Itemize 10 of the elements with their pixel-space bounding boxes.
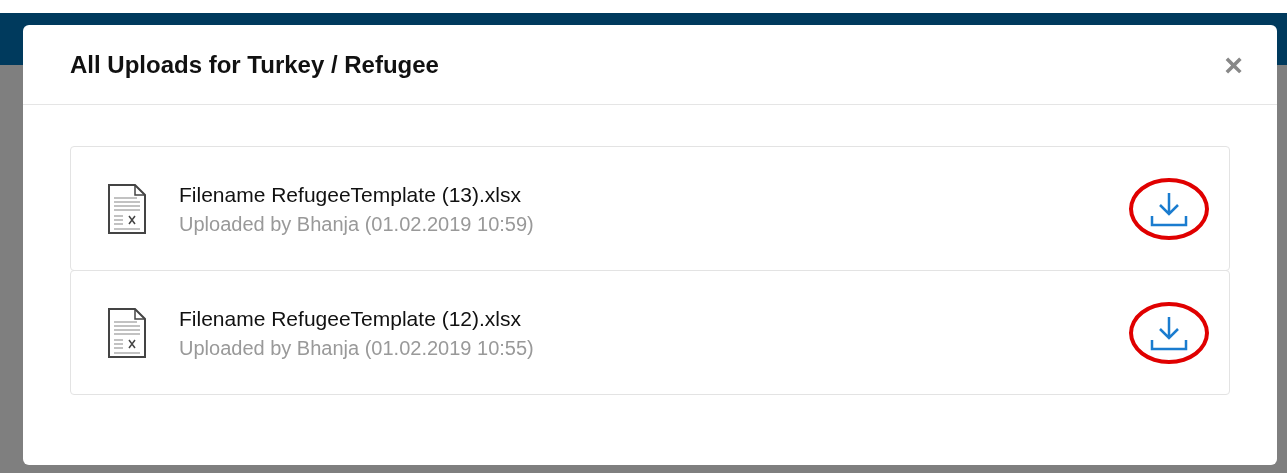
close-button[interactable]: × (1224, 48, 1243, 81)
download-button[interactable] (1129, 177, 1209, 240)
file-name: Filename RefugeeTemplate (13).xlsx (179, 181, 522, 208)
dialog-title: All Uploads for Turkey / Refugee (70, 49, 439, 80)
spreadsheet-file-icon (107, 306, 147, 359)
upload-info: Uploaded by Bhanja (01.02.2019 10:59) (179, 211, 535, 237)
download-button[interactable] (1129, 301, 1209, 364)
file-name: Filename RefugeeTemplate (12).xlsx (179, 305, 522, 332)
upload-info: Uploaded by Bhanja (01.02.2019 10:55) (179, 335, 535, 361)
spreadsheet-file-icon (107, 182, 147, 235)
